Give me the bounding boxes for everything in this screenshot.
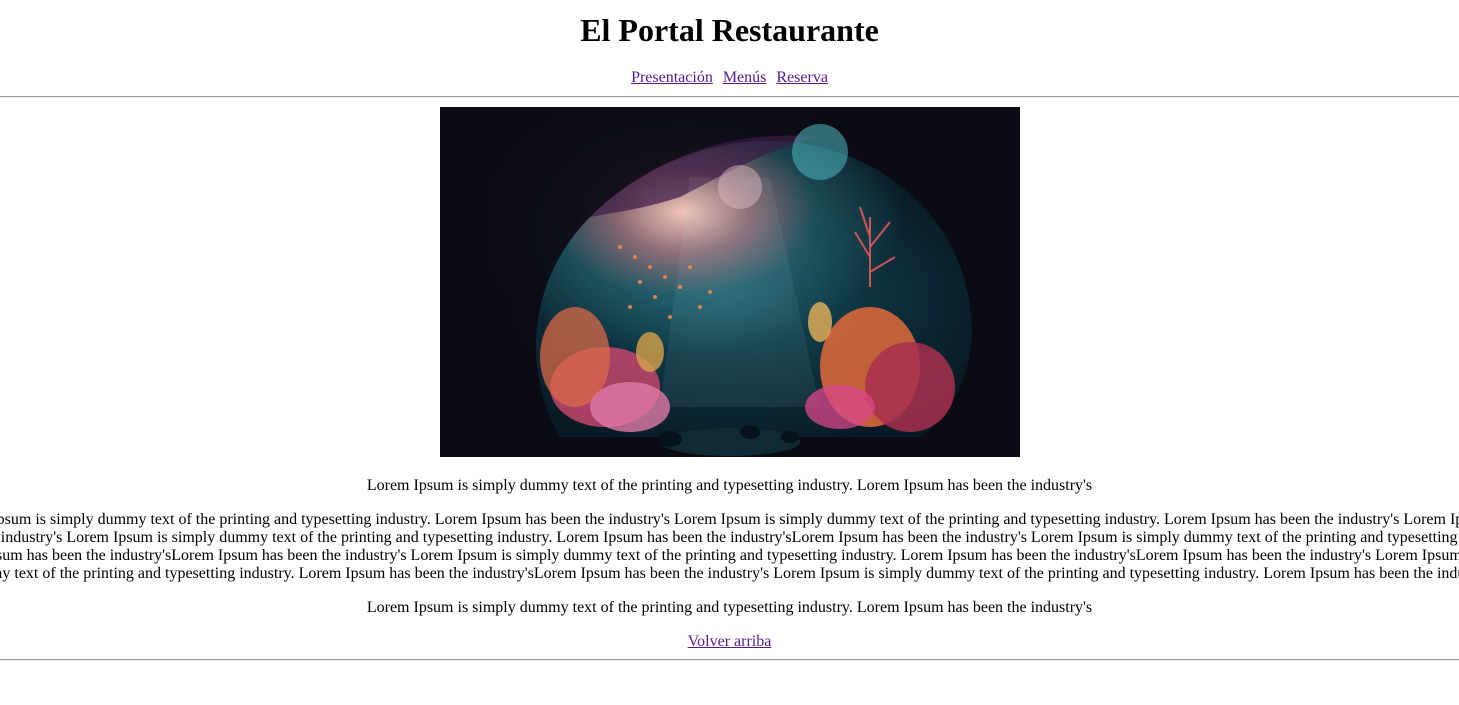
back-to-top-container: Volver arriba: [0, 633, 1459, 651]
nav-link-reserva[interactable]: Reserva: [776, 69, 828, 86]
hero-container: [0, 107, 1459, 457]
main-nav: Presentación Menús Reserva: [0, 68, 1459, 88]
body-paragraph: Lorem Ipsum is simply dummy text of the …: [0, 511, 1459, 582]
divider-bottom: [0, 659, 1459, 661]
nav-link-menus[interactable]: Menús: [723, 69, 767, 86]
back-to-top-link[interactable]: Volver arriba: [688, 633, 772, 650]
nav-link-presentacion[interactable]: Presentación: [631, 69, 713, 86]
page-title: El Portal Restaurante: [580, 12, 879, 48]
divider-top: [0, 96, 1459, 98]
intro-paragraph: Lorem Ipsum is simply dummy text of the …: [366, 477, 1093, 494]
hero-image: [439, 107, 1020, 457]
closing-paragraph: Lorem Ipsum is simply dummy text of the …: [366, 599, 1093, 616]
